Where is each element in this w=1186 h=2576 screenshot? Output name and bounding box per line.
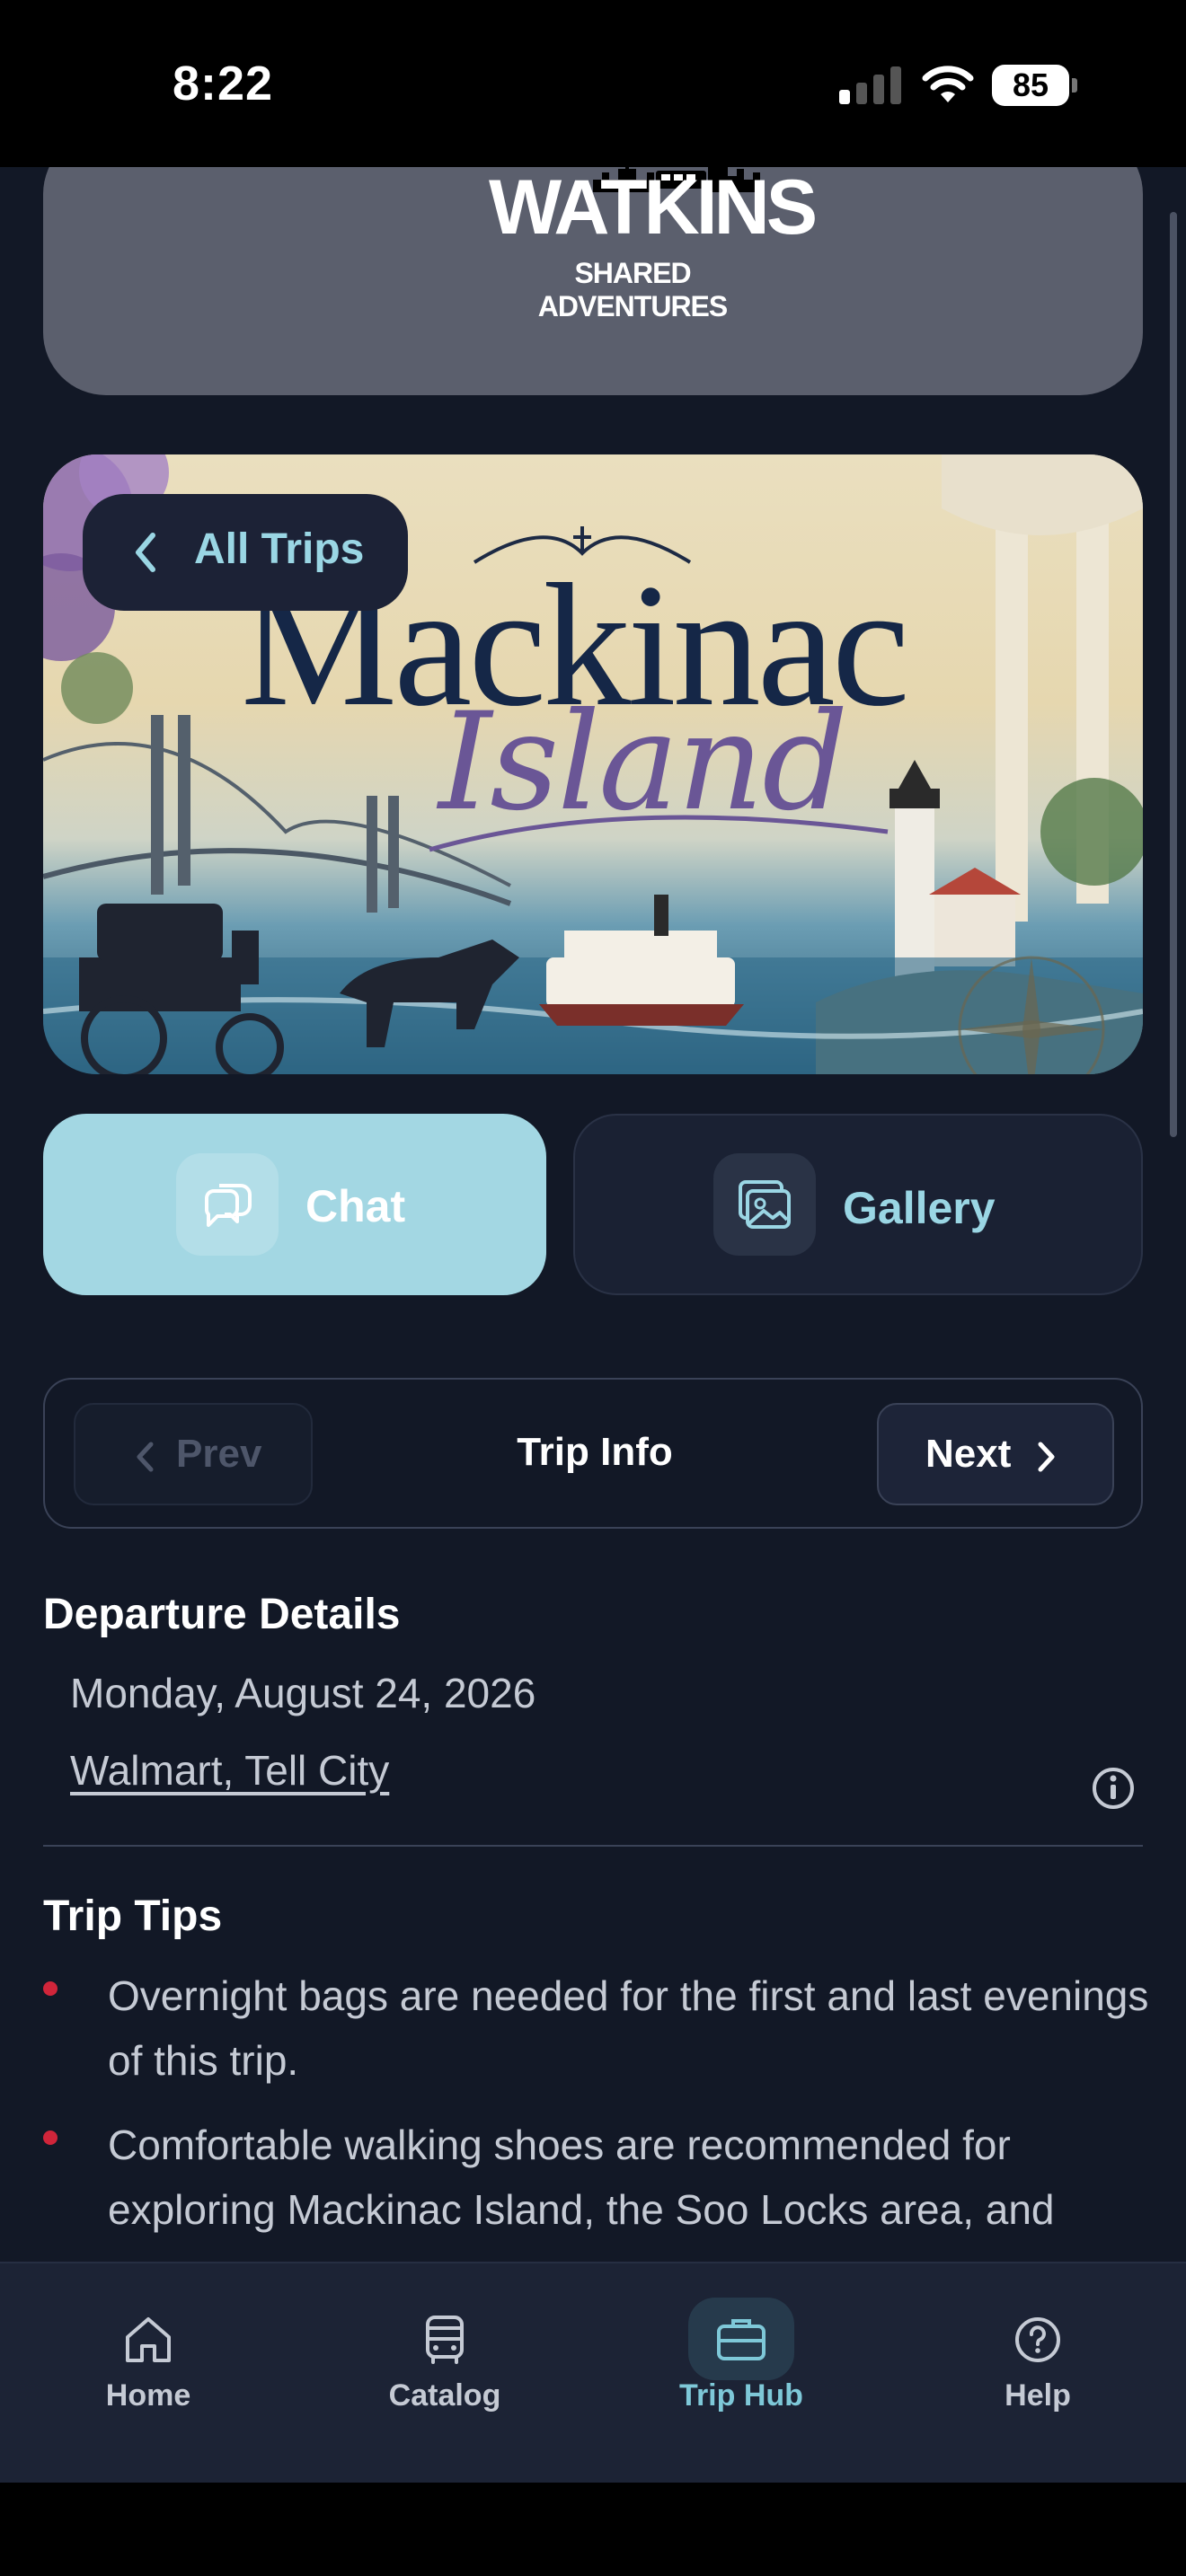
tab-help[interactable]: Help: [890, 2263, 1186, 2484]
bullet-icon: [43, 1981, 58, 1996]
bottom-tab-bar: Home Catalog Trip Hub Help: [0, 2262, 1186, 2483]
tab-trip-hub-label: Trip Hub: [679, 2378, 803, 2413]
all-trips-button[interactable]: All Trips: [83, 494, 408, 611]
section-pager: Prev Trip Info Next: [43, 1378, 1143, 1529]
trip-scroll-area[interactable]: WATKINS SHARED ADVENTURES Mackinac Islan…: [0, 167, 1186, 2262]
tip-text: Comfortable walking shoes are recommende…: [108, 2122, 1055, 2233]
tip-text: Overnight bags are needed for the first …: [108, 1972, 1149, 2084]
bullet-icon: [43, 2130, 58, 2145]
chat-label: Chat: [305, 1181, 406, 1231]
gallery-label: Gallery: [843, 1183, 996, 1233]
next-label: Next: [925, 1432, 1012, 1476]
battery-icon: 85: [992, 65, 1078, 106]
chat-icon-tile: [176, 1153, 279, 1256]
help-icon: [1015, 2317, 1060, 2362]
info-icon[interactable]: [1091, 1766, 1136, 1811]
logo-card: WATKINS SHARED ADVENTURES: [43, 167, 1143, 395]
section-divider: [43, 1845, 1143, 1847]
chat-icon: [204, 1184, 252, 1227]
departure-date: Monday, August 24, 2026: [70, 1670, 536, 1716]
logo-subtitle: SHARED ADVENTURES: [537, 257, 728, 322]
chevron-right-icon: [1038, 1442, 1055, 1472]
tab-help-label: Help: [1005, 2378, 1071, 2413]
chat-button[interactable]: Chat: [43, 1114, 546, 1295]
home-icon: [126, 2317, 171, 2362]
departure-location-link[interactable]: Walmart, Tell City: [70, 1746, 389, 1795]
scrollbar[interactable]: [1170, 212, 1177, 1137]
all-trips-label: All Trips: [194, 525, 365, 573]
trip-tips-heading: Trip Tips: [43, 1892, 223, 1940]
status-time: 8:22: [173, 57, 274, 110]
tab-catalog-label: Catalog: [388, 2378, 501, 2413]
cellular-signal-icon: [839, 66, 901, 104]
bus-icon: [426, 2316, 464, 2364]
tab-home-label: Home: [105, 2378, 191, 2413]
tab-catalog[interactable]: Catalog: [296, 2263, 593, 2484]
tab-trip-hub[interactable]: Trip Hub: [593, 2263, 890, 2484]
gallery-button[interactable]: Gallery: [573, 1114, 1143, 1295]
wifi-icon: [922, 66, 974, 102]
next-button[interactable]: Next: [877, 1403, 1114, 1505]
departure-heading: Departure Details: [43, 1591, 401, 1638]
logo-title: WATKINS: [489, 167, 818, 251]
hero-subtitle: Island: [438, 684, 848, 841]
tab-home[interactable]: Home: [0, 2263, 296, 2484]
watkins-logo: WATKINS SHARED ADVENTURES: [489, 167, 818, 322]
app-screen: 8:22 85 WATKINS SHARED ADVENTURES Mackin…: [0, 0, 1186, 2576]
chevron-left-icon: [136, 533, 155, 572]
briefcase-icon: [717, 2319, 766, 2360]
gallery-icon-tile: [713, 1153, 816, 1256]
status-bar: 8:22 85: [0, 0, 1186, 167]
home-indicator-area: [0, 2483, 1186, 2576]
gallery-icon: [739, 1180, 791, 1229]
battery-level: 85: [992, 65, 1069, 106]
